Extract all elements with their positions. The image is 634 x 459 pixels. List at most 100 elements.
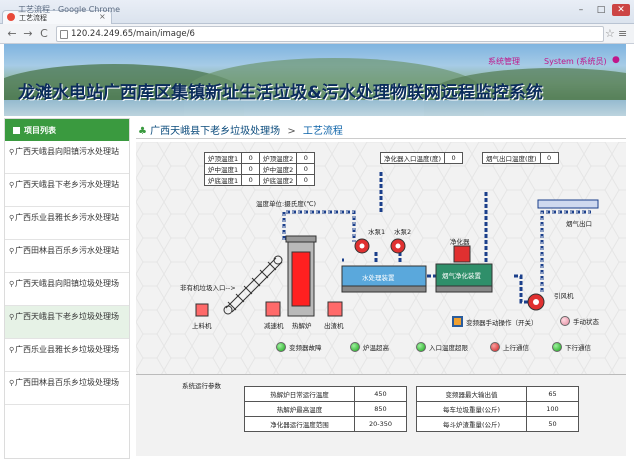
map-pin-icon: ⚲ [9,148,15,156]
sidebar-item[interactable]: ⚲ 广西田林县百乐乡污水处理站 [5,240,129,273]
map-pin-icon: ⚲ [9,181,15,189]
list-icon [13,127,20,134]
param-value: 20-350 [354,416,407,432]
header-banner: 龙滩水电站广西库区集镇新址生活垃圾&污水处理物联网远程监控系统 系统管理 Sys… [4,44,626,116]
sidebar-item-label: 广西天峨县下老乡污水处理站 [15,180,119,189]
system-title: 龙滩水电站广西库区集镇新址生活垃圾&污水处理物联网远程监控系统 [18,83,543,103]
sidebar-item[interactable]: ⚲ 广西天峨县下老乡污水处理站 [5,174,129,207]
sidebar-item[interactable]: ⚲ 广西田林县百乐乡垃圾处理场 [5,372,129,405]
system-manage-link[interactable]: 系统管理 [488,56,520,67]
sidebar-heading: 项目列表 [5,119,129,141]
param-row: 变频器最大输出值 65 [416,386,579,402]
params-heading: 系统运行参数 [182,382,221,390]
reducer-label: 减速机 [264,322,284,330]
map-pin-icon: ⚲ [9,280,15,288]
favicon-icon [7,13,15,21]
sidebar-item-label: 广西田林县百乐乡污水处理站 [15,246,119,255]
reload-button[interactable]: C [38,27,50,41]
smoke-unit-label: 烟气净化装置 [442,272,481,280]
url-text: 120.24.249.65/main/image/6 [71,29,195,39]
map-pin-icon: ⚲ [9,247,15,255]
flue-outlet-label: 烟气出口 [566,220,592,228]
status-dot-icon [552,342,562,352]
inlet-temp-high-indicator: 入口温度超限 [416,342,468,352]
manual-state-indicator: 手动状态 [560,316,599,326]
sidebar-item-label: 广西天峨县下老乡垃圾处理场 [15,312,119,321]
sidebar-item-label: 广西乐业县雅长乡污水处理站 [15,213,119,222]
page-icon [60,30,68,39]
switch-icon [452,316,463,327]
breadcrumb-site[interactable]: 广西天峨县下老乡垃圾处理场 [150,126,280,137]
param-row: 每车垃圾重量(公斤) 100 [416,401,579,417]
pump2-label: 水泵2 [394,228,412,236]
param-value: 450 [354,386,407,402]
sidebar-item[interactable]: ⚲ 广西乐业县雅长乡污水处理站 [5,207,129,240]
param-row: 净化器运行温度范围 20-350 [244,416,407,432]
up-comm-indicator: 上行通信 [490,342,529,352]
breadcrumb-current: 工艺流程 [302,126,343,137]
sidebar-item-label: 广西天峨县向阳镇污水处理站 [15,147,119,156]
param-label: 每车垃圾重量(公斤) [416,401,527,417]
sidebar-item-label: 广西乐业县雅长乡垃圾处理场 [15,345,119,354]
close-window-button[interactable]: ✕ [612,4,630,16]
address-bar: ← → C 120.24.249.65/main/image/6 ☆ ≡ [0,24,634,44]
status-dot-icon [490,342,500,352]
manual-switch[interactable]: 变频器手动操作（开关） [452,316,538,327]
forward-button[interactable]: → [22,27,34,41]
process-diagram: 炉顶温度1 0 炉顶温度2 0 炉中温度1 0 炉中温度2 0 炉底温度1 0 炉底温度2 0 净化器… [136,142,626,456]
purifier-label: 净化器 [450,238,470,246]
maximize-button[interactable]: □ [592,4,610,16]
sidebar-item-label: 广西天峨县向阳镇垃圾处理场 [15,279,119,288]
param-row: 每斗炉渣重量(公斤) 50 [416,416,579,432]
window-title: 工艺流程 - Google Chrome [18,5,121,14]
sidebar-item[interactable]: ⚲ 广西天峨县向阳镇垃圾处理场 [5,273,129,306]
pump1-label: 水泵1 [368,228,386,236]
process-graphics [195,172,599,317]
params-table-left: 热解炉日常运行温度 450 热解炉最高温度 850 净化器运行温度范围 20-350 [244,386,407,432]
loader-label: 上料机 [192,322,212,330]
back-button[interactable]: ← [6,27,18,41]
sidebar-item[interactable]: ⚲ 广西天峨县下老乡垃圾处理场 [5,306,129,339]
param-label: 热解炉日常运行温度 [244,386,355,402]
status-dot-icon [560,316,570,326]
down-comm-indicator: 下行通信 [552,342,591,352]
user-icon[interactable]: ● [612,55,620,65]
incinerator-label: 热解炉 [292,322,312,330]
sidebar-item-label: 广西田林县百乐乡垃圾处理场 [15,378,119,387]
map-pin-icon: ⚲ [9,379,15,387]
leaf-icon: ♣ [138,126,147,137]
inverter-fault-indicator: 变频器故障 [276,342,322,352]
param-value: 50 [526,416,579,432]
current-user-link[interactable]: System (系统员) [544,56,607,67]
params-table-right: 变频器最大输出值 65 每车垃圾重量(公斤) 100 每斗炉渣重量(公斤) 50 [416,386,579,432]
bookmark-star-icon[interactable]: ☆ [605,27,615,40]
param-label: 热解炉最高温度 [244,401,355,417]
project-sidebar: 项目列表 ⚲ 广西天峨县向阳镇污水处理站 ⚲ 广西天峨县下老乡污水处理站 ⚲ 广西乐业县雅… [4,118,130,459]
breadcrumb: ♣ 广西天峨县下老乡垃圾处理场 > 工艺流程 [138,126,343,137]
param-value: 850 [354,401,407,417]
main-panel: ♣ 广西天峨县下老乡垃圾处理场 > 工艺流程 炉顶温度1 0 炉顶温度2 0 炉中温度1… [134,118,630,459]
param-row: 热解炉日常运行温度 450 [244,386,407,402]
feeder-inlet-label: 非有机垃圾入口--> [180,284,236,292]
param-label: 每斗炉渣重量(公斤) [416,416,527,432]
browser-titlebar: 工艺流程 × 工艺流程 - Google Chrome – □ ✕ [0,0,634,24]
minimize-button[interactable]: – [572,4,590,16]
param-label: 净化器运行温度范围 [244,416,355,432]
chrome-menu-icon[interactable]: ≡ [618,27,627,40]
map-pin-icon: ⚲ [9,346,15,354]
status-dot-icon [276,342,286,352]
furnace-temp-high-indicator: 炉温超高 [350,342,389,352]
ash-out-label: 出渣机 [324,322,344,330]
param-row: 热解炉最高温度 850 [244,401,407,417]
map-pin-icon: ⚲ [9,313,15,321]
param-value: 100 [526,401,579,417]
sidebar-item[interactable]: ⚲ 广西乐业县雅长乡垃圾处理场 [5,339,129,372]
param-label: 变频器最大输出值 [416,386,527,402]
water-unit-label: 水处理装置 [362,274,395,282]
param-value: 65 [526,386,579,402]
status-dot-icon [416,342,426,352]
map-pin-icon: ⚲ [9,214,15,222]
sidebar-item[interactable]: ⚲ 广西天峨县向阳镇污水处理站 [5,141,129,174]
url-input[interactable]: 120.24.249.65/main/image/6 [56,26,604,42]
fan-label: 引风机 [554,292,574,300]
